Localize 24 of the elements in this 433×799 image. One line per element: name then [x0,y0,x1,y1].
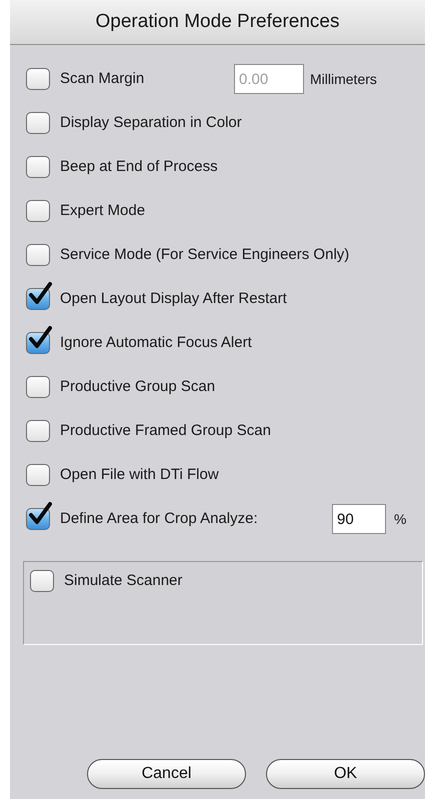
checkbox[interactable] [26,282,52,310]
option-label: Service Mode (For Service Engineers Only) [60,244,350,265]
checkmark-icon [28,282,52,306]
option-label: Open File with DTi Flow [60,464,219,485]
option-label: Ignore Automatic Focus Alert [60,332,252,353]
option-label: Scan Margin [60,68,144,89]
option-label: Simulate Scanner [64,571,182,591]
option-label: Display Separation in Color [60,112,242,133]
option-label: Productive Framed Group Scan [60,420,271,441]
window-title: Operation Mode Preferences [96,10,340,34]
option-label: Beep at End of Process [60,156,218,177]
value-field[interactable]: 90 [332,504,386,534]
checkbox[interactable] [26,502,52,530]
unit-label: % [394,510,406,528]
option-label: Define Area for Crop Analyze: [60,508,258,529]
dialog-button[interactable]: Cancel [87,759,246,789]
dialog-button[interactable]: OK [266,759,425,789]
option-label: Productive Group Scan [60,376,216,397]
unit-label: Millimeters [310,70,377,88]
checkbox[interactable] [26,326,52,354]
checkmark-icon [28,502,52,526]
option-label: Expert Mode [60,200,146,221]
option-label: Open Layout Display After Restart [60,288,287,309]
checkmark-icon [28,326,52,350]
